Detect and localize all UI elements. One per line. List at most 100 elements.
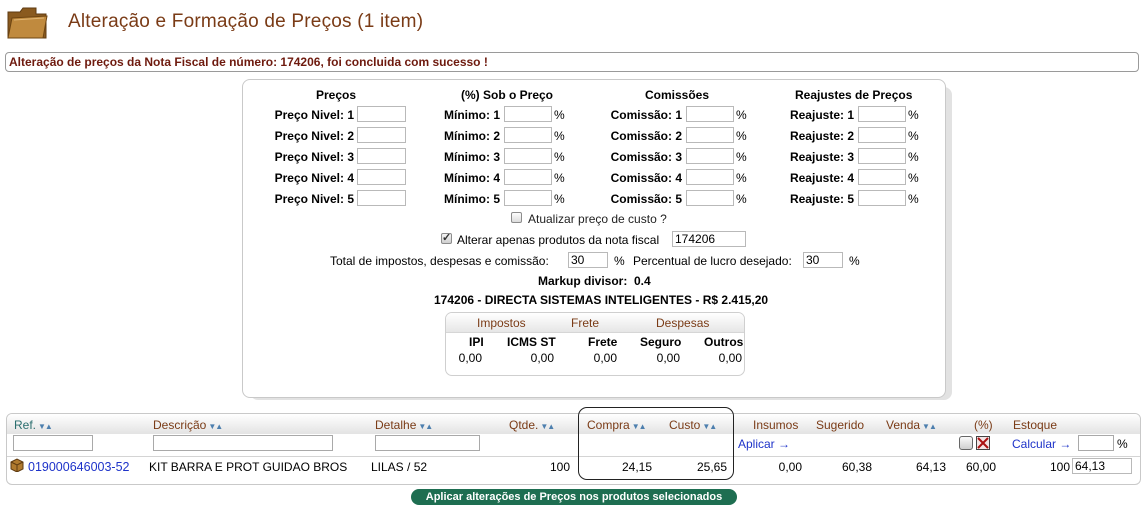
- minimo-input-2[interactable]: [504, 127, 552, 143]
- page-title: Alteração e Formação de Preços (1 item): [68, 11, 424, 32]
- atualizar-custo-checkbox[interactable]: [511, 212, 522, 223]
- row-novo-preco-input[interactable]: [1072, 458, 1132, 474]
- atualizar-custo-label: Atualizar preço de custo ?: [528, 212, 667, 226]
- apply-prices-button[interactable]: Aplicar alterações de Preços nos produto…: [411, 489, 737, 505]
- row-venda: 64,13: [915, 460, 946, 474]
- taxes-col-icms-st: ICMS ST: [507, 335, 556, 349]
- minimo-percent-5: %: [554, 192, 565, 206]
- taxes-col-frete: Frete: [588, 335, 618, 349]
- comissao-label-4: Comissão: 4: [610, 171, 682, 185]
- minimo-label-2: Mínimo: 2: [444, 129, 500, 143]
- comissao-input-2[interactable]: [686, 127, 734, 143]
- row-divider: [7, 456, 1140, 457]
- preco-nivel-label-4: Preço Nivel: 4: [274, 171, 354, 185]
- col-sugerido: Sugerido: [816, 418, 865, 432]
- sort-icon[interactable]: ▼▲: [922, 422, 937, 431]
- nota-summary: 174206 - DIRECTA SISTEMAS INTELIGENTES -…: [434, 293, 769, 307]
- taxes-col-seguro: Seguro: [640, 335, 682, 349]
- minimo-input-3[interactable]: [504, 148, 552, 164]
- taxes-table: Impostos Frete Despesas IPI ICMS ST Fret…: [445, 312, 745, 376]
- comissao-label-5: Comissão: 5: [610, 192, 682, 206]
- reajuste-input-4[interactable]: [858, 169, 906, 185]
- reajuste-percent-3: %: [908, 150, 919, 164]
- taxes-val-icms-st: 0,00: [530, 351, 554, 365]
- comissao-input-5[interactable]: [686, 190, 734, 206]
- aplicar-link[interactable]: Aplicar →: [738, 437, 790, 451]
- preco-nivel-label-1: Preço Nivel: 1: [274, 108, 354, 122]
- preco-nivel-label-2: Preço Nivel: 2: [274, 129, 354, 143]
- taxes-val-frete: 0,00: [593, 351, 617, 365]
- filter-detalhe-input[interactable]: [375, 435, 480, 451]
- col-qtde[interactable]: Qtde. ▼▲: [509, 418, 555, 432]
- comissao-label-1: Comissão: 1: [610, 108, 682, 122]
- reajuste-input-3[interactable]: [858, 148, 906, 164]
- minimo-label-4: Mínimo: 4: [444, 171, 500, 185]
- taxes-val-ipi: 0,00: [458, 351, 482, 365]
- markup-label: Markup divisor:: [538, 274, 628, 288]
- row-sugerido: 60,38: [841, 460, 872, 474]
- total-impostos-label: Total de impostos, despesas e comissão:: [330, 254, 549, 268]
- taxes-val-seguro: 0,00: [656, 351, 680, 365]
- select-all-checkbox[interactable]: [959, 436, 973, 450]
- taxes-val-outros: 0,00: [718, 351, 742, 365]
- minimo-label-1: Mínimo: 1: [444, 108, 500, 122]
- row-insumos: 0,00: [778, 460, 802, 474]
- preco-nivel-label-5: Preço Nivel: 5: [274, 192, 354, 206]
- comissao-label-3: Comissão: 3: [610, 150, 682, 164]
- minimo-label-3: Mínimo: 3: [444, 150, 500, 164]
- calcular-percent-sign: %: [1117, 437, 1128, 451]
- header-precos: Preços: [316, 88, 357, 102]
- markup-value: 0.4: [634, 274, 651, 288]
- sort-icon[interactable]: ▼▲: [540, 422, 555, 431]
- clear-selection-icon[interactable]: [976, 436, 990, 450]
- alterar-nf-checkbox[interactable]: [441, 231, 452, 244]
- nota-fiscal-input[interactable]: [672, 231, 746, 247]
- minimo-input-4[interactable]: [504, 169, 552, 185]
- folder-icon: [6, 6, 48, 40]
- reajuste-input-2[interactable]: [858, 127, 906, 143]
- preco-nivel-label-3: Preço Nivel: 3: [274, 150, 354, 164]
- col-insumos: Insumos: [753, 418, 799, 432]
- reajuste-label-1: Reajuste: 1: [789, 108, 854, 122]
- reajuste-input-1[interactable]: [858, 106, 906, 122]
- row-percent: 60,00: [965, 460, 996, 474]
- comissao-input-4[interactable]: [686, 169, 734, 185]
- row-detalhe: LILAS / 52: [371, 460, 428, 474]
- lucro-label: Percentual de lucro desejado:: [633, 254, 792, 268]
- calcular-percent-input[interactable]: [1078, 435, 1114, 451]
- col-detalhe[interactable]: Detalhe ▼▲: [375, 418, 433, 432]
- taxes-col-outros: Outros: [704, 335, 744, 349]
- calcular-link[interactable]: Calcular →: [1012, 437, 1071, 451]
- lucro-input[interactable]: [803, 252, 843, 268]
- minimo-input-1[interactable]: [504, 106, 552, 122]
- success-message: Alteração de preços da Nota Fiscal de nú…: [5, 52, 1139, 72]
- comissao-input-1[interactable]: [686, 106, 734, 122]
- minimo-input-5[interactable]: [504, 190, 552, 206]
- header-percent-preco: (%) Sob o Preço: [461, 88, 554, 102]
- total-impostos-input[interactable]: [568, 252, 608, 268]
- filter-ref-input[interactable]: [13, 435, 93, 451]
- col-venda[interactable]: Venda ▼▲: [886, 418, 937, 432]
- taxes-group-despesas: Despesas: [656, 316, 710, 330]
- col-percent: (%): [974, 418, 993, 432]
- row-ref-link[interactable]: 019000646003-52: [28, 460, 130, 474]
- highlight-compra-custo: [578, 407, 734, 480]
- sort-icon[interactable]: ▼▲: [38, 422, 53, 431]
- product-box-icon: [10, 458, 24, 473]
- filter-descricao-input[interactable]: [153, 435, 333, 451]
- reajuste-label-5: Reajuste: 5: [789, 192, 854, 206]
- sort-icon[interactable]: ▼▲: [418, 422, 433, 431]
- col-ref[interactable]: Ref. ▼▲: [14, 418, 53, 432]
- sort-icon[interactable]: ▼▲: [208, 422, 223, 431]
- alterar-nf-label: Alterar apenas produtos da nota fiscal: [457, 233, 660, 247]
- comissao-input-3[interactable]: [686, 148, 734, 164]
- reajuste-input-5[interactable]: [858, 190, 906, 206]
- reajuste-percent-5: %: [908, 192, 919, 206]
- minimo-percent-4: %: [554, 171, 565, 185]
- reajuste-label-3: Reajuste: 3: [789, 150, 854, 164]
- minimo-percent-2: %: [554, 129, 565, 143]
- reajuste-percent-1: %: [908, 108, 919, 122]
- total-impostos-percent: %: [614, 254, 625, 268]
- col-descricao[interactable]: Descrição ▼▲: [153, 418, 223, 432]
- minimo-percent-3: %: [554, 150, 565, 164]
